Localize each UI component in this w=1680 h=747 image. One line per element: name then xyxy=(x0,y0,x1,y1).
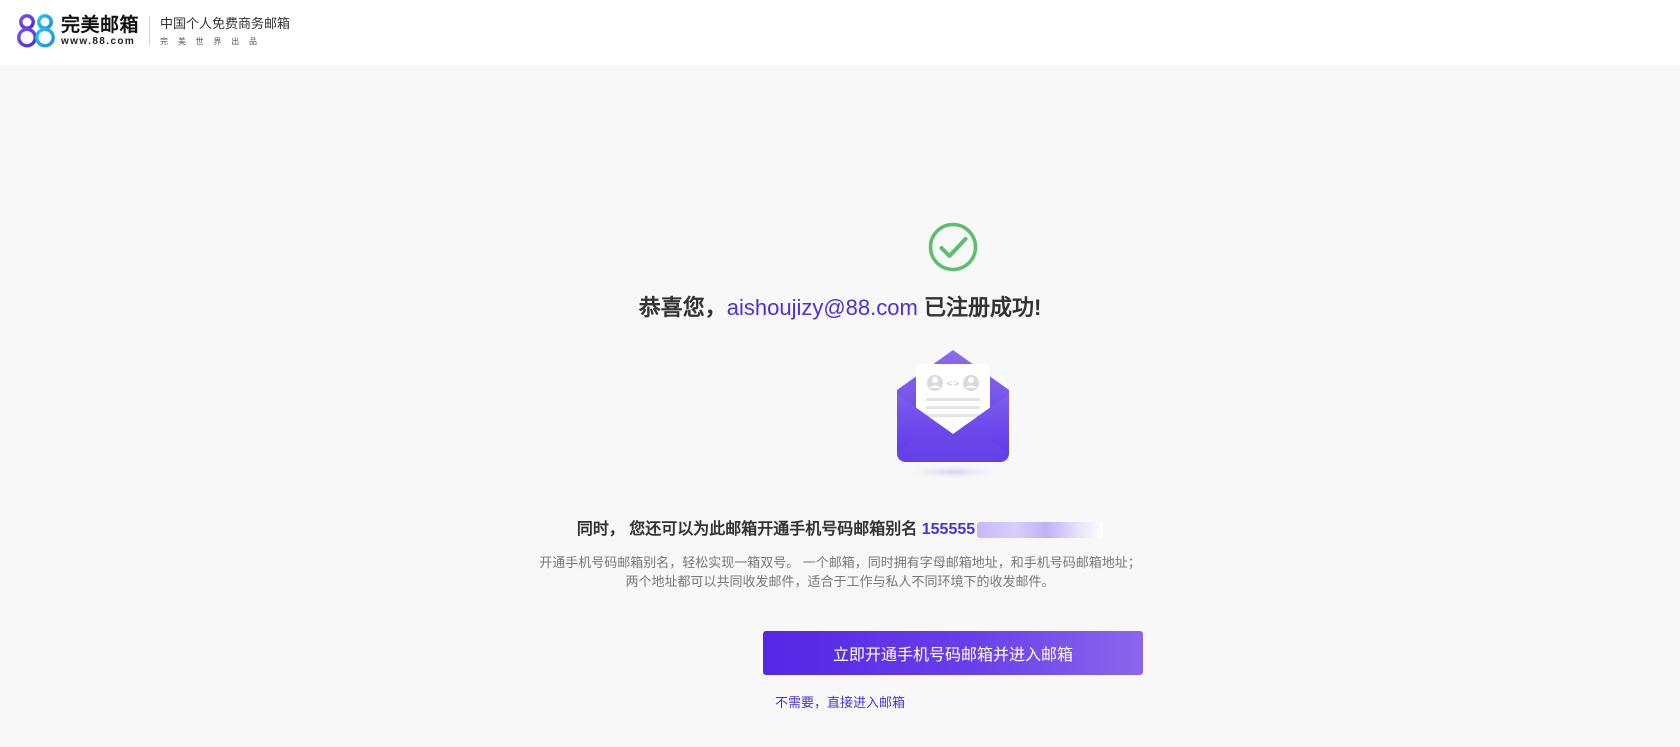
title-suffix: 已注册成功! xyxy=(917,295,1042,320)
logo-name: 完美邮箱 xyxy=(61,14,140,36)
logo-domain: www.88.com xyxy=(61,35,136,47)
logo-text: 完美邮箱 www.88.com xyxy=(61,15,139,48)
logo-mark-icon xyxy=(17,14,55,48)
envelope-icon: <> xyxy=(897,350,1009,480)
slogan-main: 中国个人免费商务邮箱 xyxy=(160,15,291,31)
main-content: 恭喜您，aishoujizy@88.com 已注册成功! <> 同时， 您还可以… xyxy=(0,65,1680,747)
title-prefix: 恭喜您， xyxy=(638,295,727,320)
svg-text:<>: <> xyxy=(946,379,959,388)
page-title: 恭喜您，aishoujizy@88.com 已注册成功! xyxy=(0,292,1680,324)
logo-slogan: 中国个人免费商务邮箱 完美世界出品 xyxy=(160,15,290,48)
check-circle-icon xyxy=(928,222,978,272)
registered-email: aishoujizy@88.com xyxy=(726,295,918,320)
header: 完美邮箱 www.88.com 中国个人免费商务邮箱 完美世界出品 xyxy=(0,0,1680,65)
logo[interactable]: 完美邮箱 www.88.com 中国个人免费商务邮箱 完美世界出品 xyxy=(17,13,290,49)
logo-divider xyxy=(149,16,151,46)
desc-line-2: 两个地址都可以共同收发邮件，适合于工作与私人不同环境下的收发邮件。 xyxy=(625,574,1055,589)
activate-alias-button[interactable]: 立即开通手机号码邮箱并进入邮箱 xyxy=(763,631,1143,675)
desc-line-1: 开通手机号码邮箱别名，轻松实现一箱双号。 一个邮箱，同时拥有字母邮箱地址，和手机… xyxy=(539,555,1141,570)
skip-enter-mailbox-link[interactable]: 不需要，直接进入邮箱 xyxy=(775,695,905,710)
phone-alias: 155555 xyxy=(921,521,976,538)
alias-description: 开通手机号码邮箱别名，轻松实现一箱双号。 一个邮箱，同时拥有字母邮箱地址，和手机… xyxy=(0,553,1680,591)
slogan-sub: 完美世界出品 xyxy=(160,36,267,46)
alias-redacted-mask xyxy=(977,521,1104,538)
skip-link-row: 不需要，直接进入邮箱 xyxy=(0,693,1680,713)
alias-offer: 同时， 您还可以为此邮箱开通手机号码邮箱别名 155555 xyxy=(0,518,1680,542)
alias-prefix: 同时， 您还可以为此邮箱开通手机号码邮箱别名 xyxy=(576,521,922,538)
